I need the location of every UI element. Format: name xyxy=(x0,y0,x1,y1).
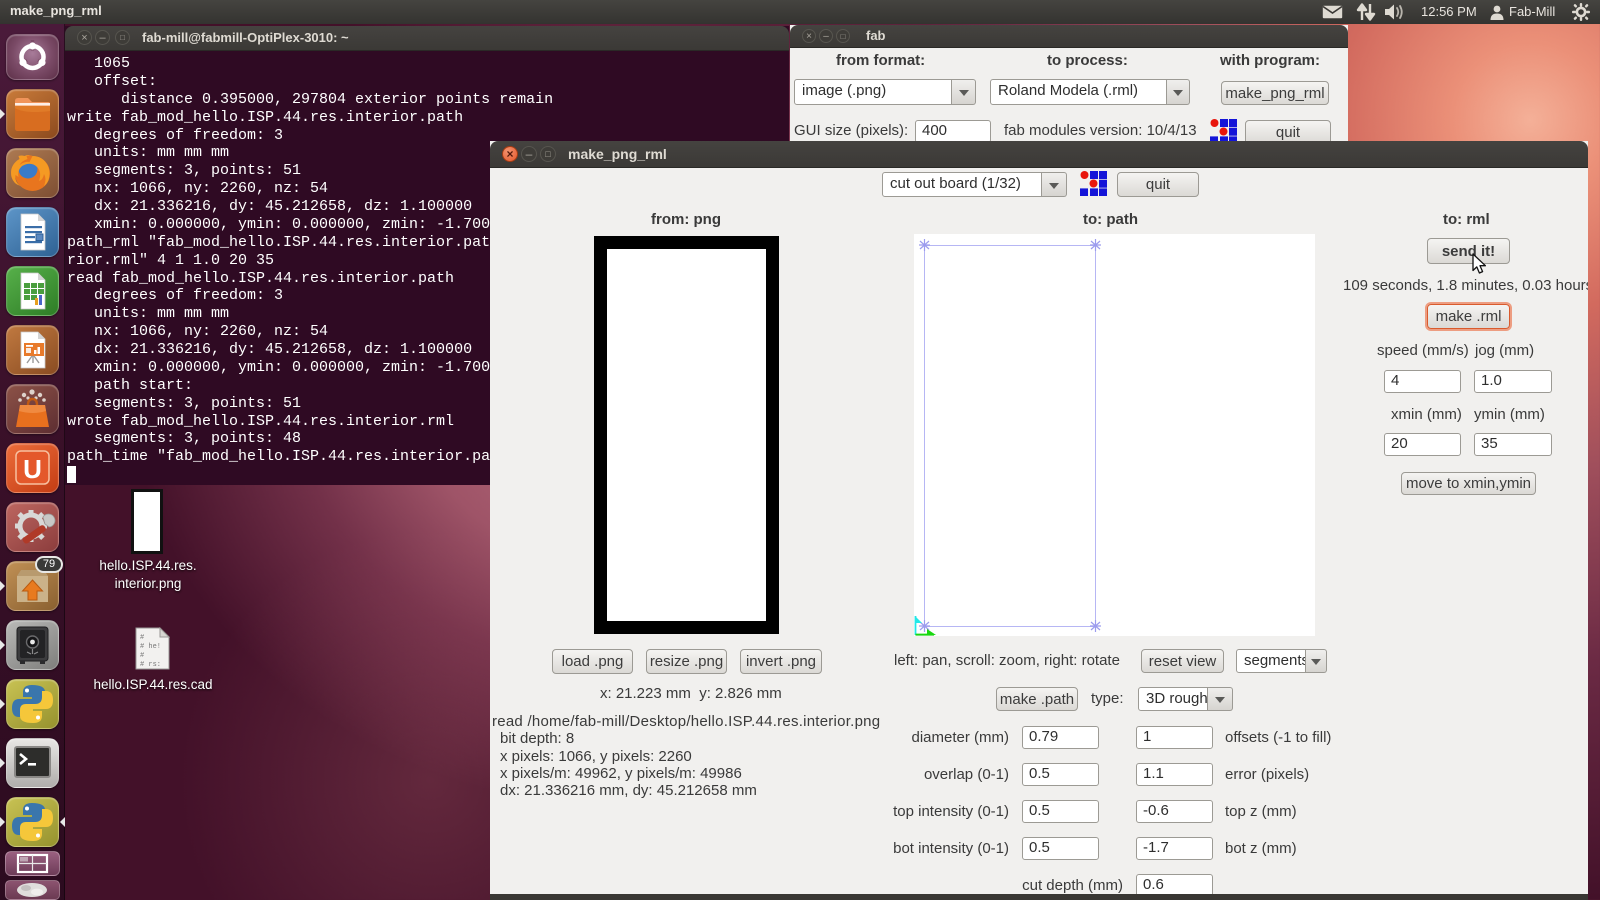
svg-text:#: # xyxy=(140,634,144,642)
svg-text:#: # xyxy=(140,652,144,660)
svg-text:# rs:: # rs: xyxy=(140,661,161,669)
svg-text:U: U xyxy=(23,454,42,484)
svg-text:# he!: # he! xyxy=(140,643,161,651)
